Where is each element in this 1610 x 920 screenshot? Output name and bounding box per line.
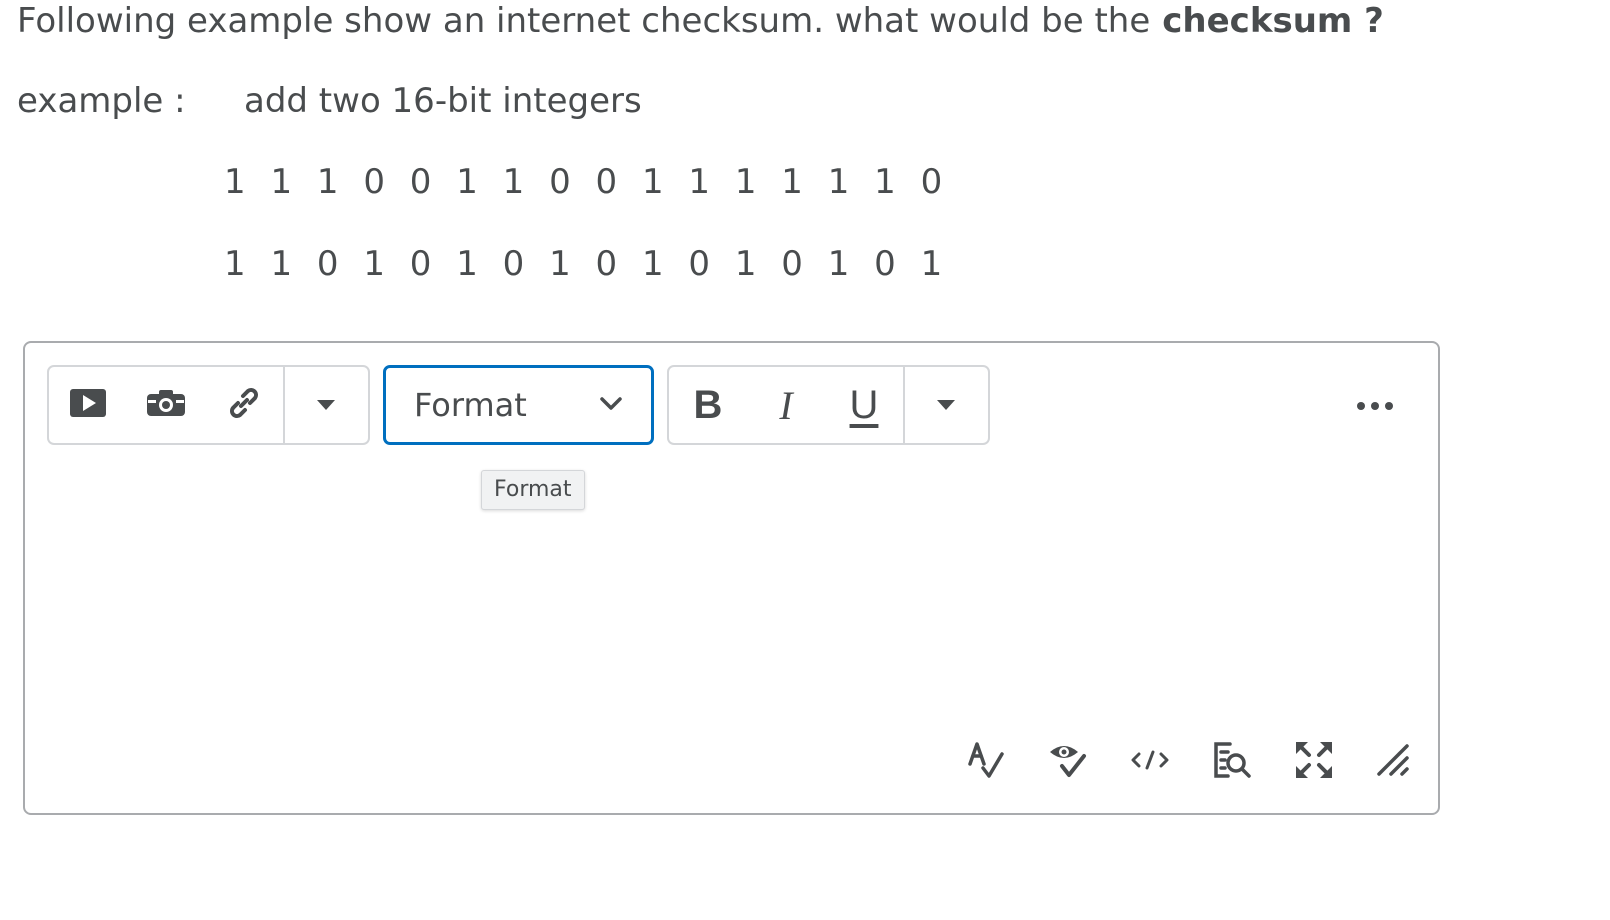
- example-label: example :: [17, 81, 186, 121]
- italic-button[interactable]: I: [747, 367, 825, 443]
- resize-handle-icon: [1375, 742, 1411, 782]
- insert-video-icon: [69, 388, 107, 422]
- insert-image-button[interactable]: [127, 367, 205, 443]
- insert-link-icon: [224, 383, 264, 427]
- more-actions-button[interactable]: [1345, 385, 1405, 425]
- italic-icon: I: [779, 382, 793, 428]
- text-style-toolbar-group: B I U: [667, 365, 990, 445]
- format-select[interactable]: Format: [383, 365, 654, 445]
- binary-integer-2: 1 1 0 1 0 1 0 1 0 1 0 1 0 1 0 1: [224, 244, 950, 284]
- insert-toolbar-group: [47, 365, 370, 445]
- accessibility-check-icon: [1048, 740, 1088, 784]
- question-text: Following example show an internet check…: [17, 0, 1384, 42]
- resize-handle[interactable]: [1370, 739, 1416, 785]
- underline-button[interactable]: U: [825, 367, 903, 443]
- fullscreen-icon: [1294, 740, 1334, 784]
- insert-image-icon: [146, 389, 186, 421]
- fullscreen-button[interactable]: [1291, 739, 1337, 785]
- spellcheck-button[interactable]: [963, 739, 1009, 785]
- bold-button[interactable]: B: [669, 367, 747, 443]
- caret-down-icon: [316, 396, 336, 415]
- underline-icon: U: [849, 382, 879, 427]
- bold-icon: B: [693, 382, 723, 427]
- caret-down-icon: [936, 396, 956, 415]
- preview-button[interactable]: [1209, 739, 1255, 785]
- source-code-button[interactable]: [1127, 739, 1173, 785]
- question-main: Following example show an internet check…: [17, 1, 1151, 41]
- insert-link-button[interactable]: [205, 367, 283, 443]
- spellcheck-icon: [966, 740, 1006, 784]
- source-code-icon: [1130, 748, 1170, 776]
- chevron-down-icon: [599, 396, 623, 416]
- more-format-dropdown[interactable]: [905, 367, 987, 443]
- question-bold: checksum ?: [1162, 1, 1384, 41]
- ellipsis-icon: [1356, 396, 1394, 415]
- preview-icon: [1212, 740, 1252, 784]
- format-tooltip: Format: [481, 470, 585, 510]
- insert-video-button[interactable]: [49, 367, 127, 443]
- example-text: add two 16-bit integers: [244, 81, 642, 121]
- format-select-label: Format: [414, 386, 527, 424]
- rich-text-editor[interactable]: Format Format B I U: [23, 341, 1440, 815]
- accessibility-check-button[interactable]: [1045, 739, 1091, 785]
- more-insert-dropdown[interactable]: [285, 367, 367, 443]
- binary-integer-1: 1 1 1 0 0 1 1 0 0 1 1 1 1 1 1 0: [224, 162, 950, 202]
